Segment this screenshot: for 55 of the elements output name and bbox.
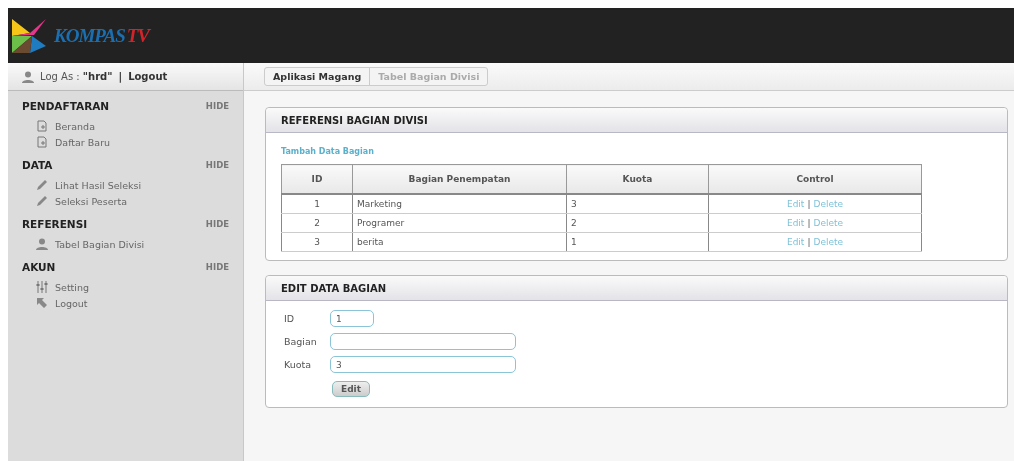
logo-text: KOMPAS [54,24,125,47]
edit-button[interactable]: Edit [332,381,370,397]
section-title: PENDAFTARAN [22,100,110,112]
sidebar-item[interactable]: Tabel Bagian Divisi [22,236,229,252]
pencil-icon [36,179,48,191]
table-cell: 3 [281,232,353,252]
logout-link[interactable]: Logout [128,71,168,82]
separator-text: | [118,71,123,82]
hide-toggle[interactable]: HIDE [205,160,229,170]
sliders-icon [36,281,48,293]
logo-text: TV [126,24,149,47]
pencil-icon [36,195,48,207]
sidebar-item[interactable]: Seleksi Peserta [22,193,229,209]
column-header: ID [281,164,353,194]
column-header: Kuota [566,164,709,194]
section-title: DATA [22,159,53,171]
input-field[interactable] [330,333,516,350]
field-label: ID [284,313,296,324]
table-cell: 3 [566,194,709,214]
panel-title: EDIT DATA BAGIAN [281,282,387,294]
breadcrumb-item[interactable]: Aplikasi Magang [265,68,370,85]
column-header: Control [708,164,922,194]
sidebar-item[interactable]: Beranda [22,118,229,134]
table-cell: 2 [281,213,353,233]
sidebar-item[interactable]: Daftar Baru [22,134,229,150]
separator-text: | [807,218,811,228]
table-cell: 2 [566,213,709,233]
separator-text: | [807,199,811,209]
hide-toggle[interactable]: HIDE [205,219,229,229]
table-cell: Marketing [352,194,567,214]
column-header: Bagian Penempatan [352,164,567,194]
hide-toggle[interactable]: HIDE [205,101,229,111]
table-cell: 1 [566,232,709,252]
sidebar-item[interactable]: Setting [22,279,229,295]
login-label: Log As : "hrd" [40,71,113,82]
table-cell: Programer [352,213,567,233]
document-icon [36,120,48,132]
user-icon [36,238,48,250]
separator-text: | [807,237,811,247]
field-label: Kuota [284,359,313,370]
field-label: Bagian [284,336,318,347]
document-icon [36,136,48,148]
section-title: AKUN [22,261,56,273]
user-icon [22,70,34,83]
section-title: REFERENSI [22,218,88,230]
table-cell: 1 [281,194,353,214]
table-cell: berita [352,232,567,252]
add-link[interactable]: Tambah Data Bagian [281,147,374,156]
input-field[interactable]: 1 [330,310,374,327]
sidebar-item[interactable]: Lihat Hasil Seleksi [22,177,229,193]
sidebar-item[interactable]: Logout [22,295,229,311]
input-field[interactable]: 3 [330,356,516,373]
hide-toggle[interactable]: HIDE [205,262,229,272]
arrow-icon [36,297,48,309]
panel-title: REFERENSI BAGIAN DIVISI [281,114,428,126]
